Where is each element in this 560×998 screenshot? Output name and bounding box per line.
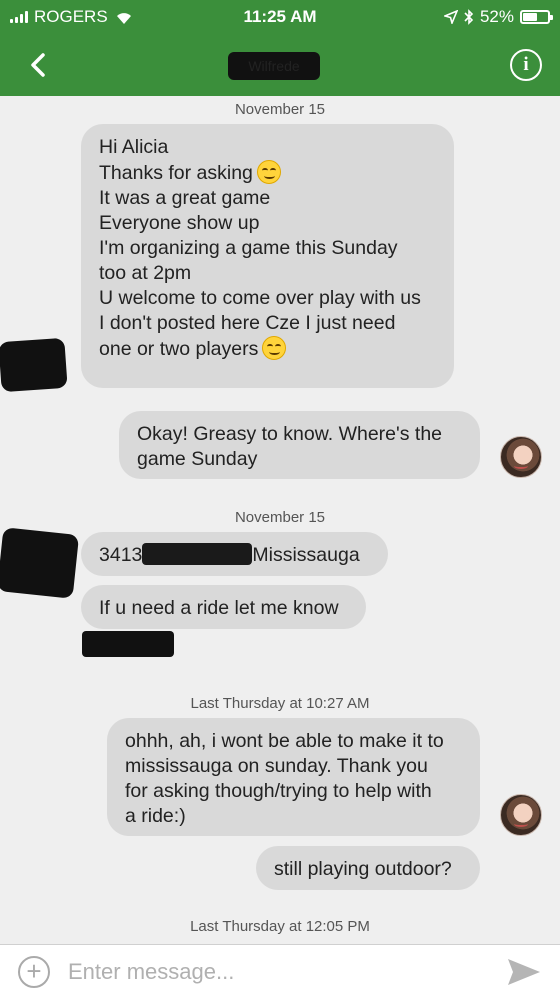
redacted-avatar bbox=[0, 337, 68, 393]
message-text: Thanks for asking bbox=[99, 162, 253, 184]
send-icon[interactable] bbox=[506, 957, 542, 987]
message-line: Hi Alicia bbox=[99, 136, 169, 158]
message-line: one or two players bbox=[99, 336, 436, 362]
outgoing-message: ohhh, ah, i wont be able to make it to m… bbox=[107, 718, 480, 836]
message-text: one or two players bbox=[99, 338, 259, 360]
message-line: ohhh, ah, i wont be able to make it to bbox=[125, 730, 444, 752]
message-line: 3413 Mississauga bbox=[99, 543, 370, 568]
message-line: I'm organizing a game this Sunday bbox=[99, 237, 398, 259]
incoming-message: If u need a ride let me know bbox=[81, 585, 366, 629]
incoming-message: 3413 Mississauga bbox=[81, 532, 388, 576]
contact-name: Wilfrede bbox=[228, 52, 320, 80]
incoming-message: Hi Alicia Thanks for asking It was a gre… bbox=[81, 124, 454, 388]
message-line: If u need a ride let me know bbox=[99, 597, 339, 619]
info-icon[interactable]: i bbox=[510, 49, 542, 81]
message-line: a ride:) bbox=[125, 805, 186, 827]
message-line: game Sunday bbox=[137, 448, 258, 470]
date-separator: Last Thursday at 10:27 AM bbox=[190, 695, 370, 712]
message-line: mississauga on sunday. Thank you bbox=[125, 755, 428, 777]
avatar[interactable] bbox=[500, 794, 542, 836]
message-line: Thanks for asking bbox=[99, 160, 436, 186]
battery-icon bbox=[520, 10, 553, 24]
outgoing-message: still playing outdoor? bbox=[256, 846, 480, 890]
message-input[interactable] bbox=[68, 955, 488, 989]
redacted-street bbox=[142, 543, 253, 565]
plus-icon[interactable]: + bbox=[18, 956, 50, 988]
message-line: too at 2pm bbox=[99, 262, 192, 284]
bluetooth-icon bbox=[464, 9, 474, 25]
redacted-sender-name bbox=[82, 631, 174, 657]
message-line: Okay! Greasy to know. Where's the bbox=[137, 423, 443, 445]
smile-emoji-icon bbox=[256, 160, 281, 184]
date-separator: Last Thursday at 12:05 PM bbox=[190, 918, 370, 935]
message-line: still playing outdoor? bbox=[274, 858, 452, 880]
message-composer: + bbox=[0, 944, 560, 998]
smile-emoji-icon bbox=[262, 336, 287, 360]
date-separator: November 15 bbox=[234, 509, 326, 526]
message-line: U welcome to come over play with us bbox=[99, 287, 421, 309]
status-bar: ROGERS 11:25 AM 52% bbox=[0, 0, 560, 34]
conversation-header: Wilfrede i bbox=[0, 34, 560, 96]
message-line: Everyone show up bbox=[99, 212, 260, 234]
status-right: 52% bbox=[443, 7, 553, 27]
avatar[interactable] bbox=[500, 436, 542, 478]
back-chevron-icon[interactable] bbox=[22, 48, 56, 82]
message-line: for asking though/trying to help with bbox=[125, 780, 432, 802]
address-number: 3413 bbox=[99, 544, 143, 566]
message-line: I don't posted here Cze I just need bbox=[99, 312, 396, 334]
message-line: It was a great game bbox=[99, 187, 271, 209]
battery-percent: 52% bbox=[479, 7, 514, 26]
address-city: Mississauga bbox=[252, 544, 360, 566]
redacted-avatar bbox=[0, 527, 80, 599]
location-icon bbox=[443, 10, 458, 24]
date-separator: November 15 bbox=[234, 101, 326, 118]
outgoing-message: Okay! Greasy to know. Where's the game S… bbox=[119, 411, 480, 479]
